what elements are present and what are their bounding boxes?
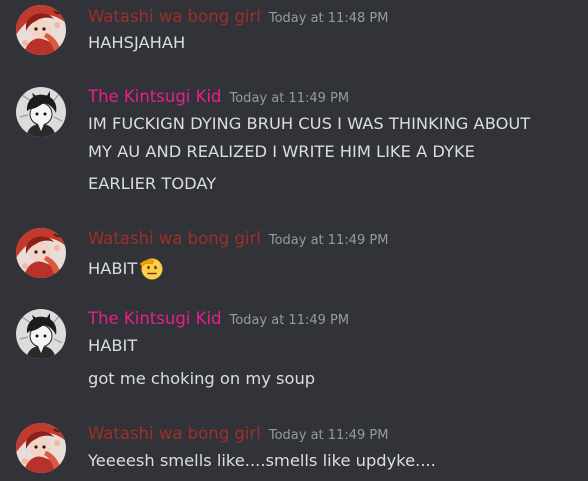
message-header: Watashi wa bong girl Today at 11:49 PM — [88, 423, 388, 445]
message-timestamp: Today at 11:49 PM — [268, 233, 389, 248]
message-header: The Kintsugi Kid Today at 11:49 PM — [88, 308, 349, 330]
anime-girl-red-avatar-icon — [16, 5, 66, 55]
message-timestamp: Today at 11:48 PM — [268, 11, 389, 26]
user-avatar[interactable] — [16, 228, 66, 278]
author-name[interactable]: Watashi wa bong girl — [88, 424, 261, 443]
saluting-face-emoji-icon[interactable] — [139, 255, 165, 281]
message-text: got me choking on my soup — [88, 369, 316, 388]
author-name[interactable]: Watashi wa bong girl — [88, 7, 261, 26]
user-avatar[interactable] — [16, 87, 66, 137]
author-name[interactable]: The Kintsugi Kid — [88, 87, 222, 106]
message-text: IM FUCKIGN DYING BRUH CUS I WAS THINKING… — [88, 114, 531, 133]
anime-boy-monochrome-avatar-icon — [16, 87, 66, 137]
message-text: EARLIER TODAY — [88, 174, 217, 193]
message-header: Watashi wa bong girl Today at 11:49 PM — [88, 228, 388, 250]
message-timestamp: Today at 11:49 PM — [229, 313, 350, 328]
message-text: MY AU AND REALIZED I WRITE HIM LIKE A DY… — [88, 142, 475, 161]
message-header: The Kintsugi Kid Today at 11:49 PM — [88, 86, 349, 108]
user-avatar[interactable] — [16, 5, 66, 55]
message-text-row: HABIT — [88, 255, 165, 281]
message-text: HABIT — [88, 259, 138, 278]
message-timestamp: Today at 11:49 PM — [229, 91, 350, 106]
user-avatar[interactable] — [16, 423, 66, 473]
user-avatar[interactable] — [16, 309, 66, 359]
author-name[interactable]: Watashi wa bong girl — [88, 229, 261, 248]
message-text: Yeeeesh smells like....smells like updyk… — [88, 451, 436, 470]
chat-message-list: Watashi wa bong girl Today at 11:48 PM HA… — [0, 0, 588, 481]
author-name[interactable]: The Kintsugi Kid — [88, 309, 222, 328]
message-text: HAHSJAHAH — [88, 33, 186, 52]
anime-girl-red-avatar-icon — [16, 228, 66, 278]
anime-boy-monochrome-avatar-icon — [16, 309, 66, 359]
message-timestamp: Today at 11:49 PM — [268, 428, 389, 443]
message-header: Watashi wa bong girl Today at 11:48 PM — [88, 6, 388, 28]
anime-girl-red-avatar-icon — [16, 423, 66, 473]
message-text: HABIT — [88, 336, 138, 355]
